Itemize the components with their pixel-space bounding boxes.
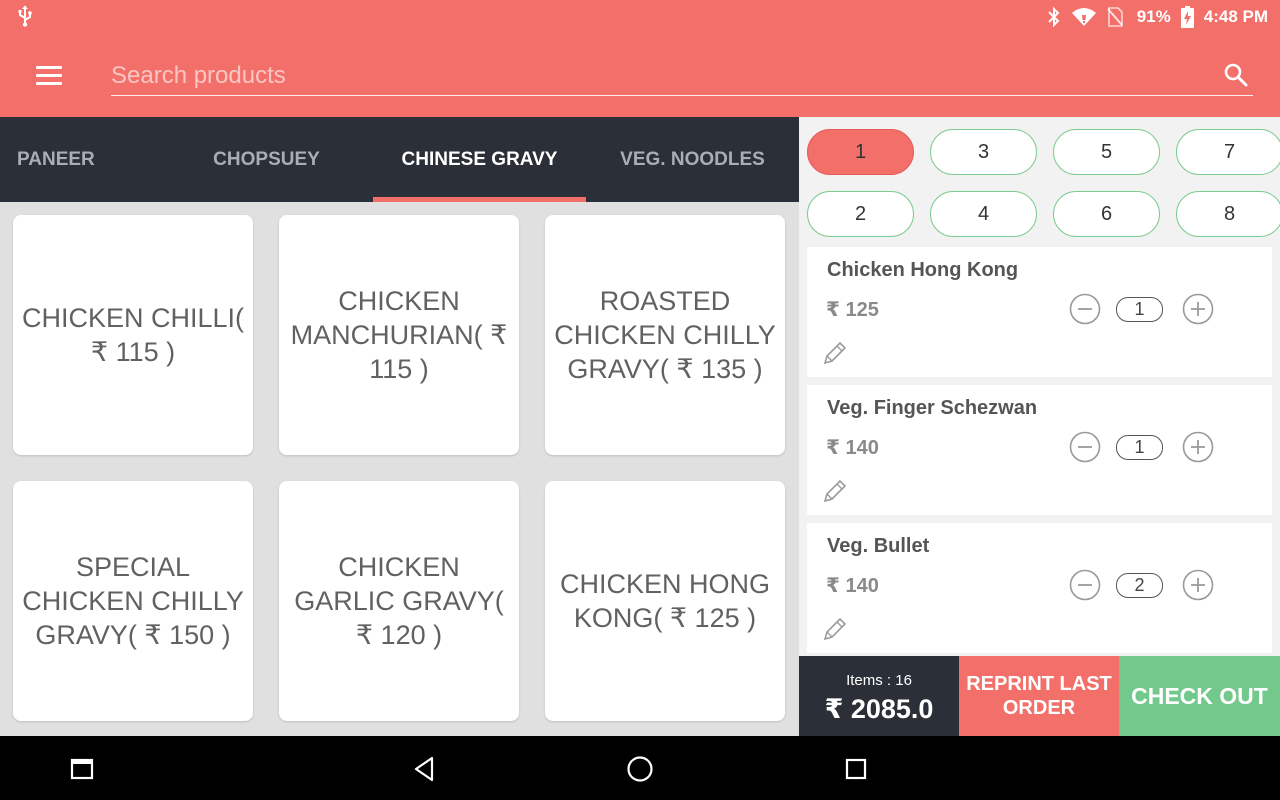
table-button-6[interactable]: 6 [1053, 191, 1160, 237]
product-label: CHICKEN CHILLI( ₹ 115 ) [21, 303, 245, 367]
increase-qty-icon[interactable] [1182, 293, 1214, 325]
increase-qty-icon[interactable] [1182, 569, 1214, 601]
table-button-2[interactable]: 2 [807, 191, 914, 237]
cart-item-price: ₹ 125 [826, 299, 879, 321]
cart-item: Veg. Bullet ₹ 140 2 [807, 523, 1272, 653]
search-input[interactable] [111, 58, 1211, 94]
product-label: ROASTED CHICKEN CHILLY GRAVY( ₹ 135 ) [554, 286, 776, 384]
cart-item: Veg. Finger Schezwan ₹ 140 1 [807, 385, 1272, 515]
items-count: Items : 16 [846, 672, 912, 689]
cart-item-name: Chicken Hong Kong [827, 259, 1019, 281]
table-button-4[interactable]: 4 [930, 191, 1037, 237]
table-button-7[interactable]: 7 [1176, 129, 1280, 175]
tab-chopsuey[interactable]: CHOPSUEY [160, 117, 373, 202]
quantity-field[interactable]: 1 [1116, 435, 1163, 460]
table-button-5[interactable]: 5 [1053, 129, 1160, 175]
no-sim-icon [1107, 7, 1123, 27]
cart-item: Chicken Hong Kong ₹ 125 1 [807, 247, 1272, 377]
app-bar: 91% 4:48 PM [0, 0, 1280, 117]
product-card[interactable]: CHICKEN CHILLI( ₹ 115 ) [13, 215, 253, 455]
product-card[interactable]: ROASTED CHICKEN CHILLY GRAVY( ₹ 135 ) [545, 215, 785, 455]
status-time: 4:48 PM [1203, 7, 1268, 26]
recents-icon[interactable] [841, 754, 871, 784]
reprint-last-order-button[interactable]: REPRINT LAST ORDER [959, 656, 1119, 736]
bluetooth-icon [1048, 6, 1060, 28]
hamburger-menu-icon[interactable] [36, 66, 62, 86]
tab-veg-noodles[interactable]: VEG. NOODLES [586, 117, 799, 202]
category-tabs: PANEER CHOPSUEY CHINESE GRAVY VEG. NOODL… [0, 117, 799, 202]
edit-pencil-icon[interactable] [821, 477, 849, 505]
cart-item-name: Veg. Bullet [827, 535, 930, 557]
edit-pencil-icon[interactable] [821, 615, 849, 643]
search-icon[interactable] [1223, 62, 1249, 88]
window-icon[interactable] [67, 754, 97, 784]
table-button-3[interactable]: 3 [930, 129, 1037, 175]
product-label: CHICKEN GARLIC GRAVY( ₹ 120 ) [294, 552, 504, 650]
order-panel: 1 3 5 7 2 4 6 8 Chicken Hong Kong ₹ 125 … [799, 117, 1280, 656]
tab-chinese-gravy[interactable]: CHINESE GRAVY [373, 117, 586, 202]
home-icon[interactable] [625, 754, 655, 784]
order-summary: Items : 16 ₹ 2085.0 [799, 656, 959, 736]
status-bar: 91% 4:48 PM [0, 0, 1280, 33]
edit-pencil-icon[interactable] [821, 339, 849, 367]
tab-paneer[interactable]: PANEER [0, 117, 160, 202]
search-bar [111, 56, 1253, 96]
checkout-button[interactable]: CHECK OUT [1119, 656, 1280, 736]
wifi-icon [1071, 8, 1096, 26]
product-card[interactable]: SPECIAL CHICKEN CHILLY GRAVY( ₹ 150 ) [13, 481, 253, 721]
battery-charging-icon [1180, 6, 1194, 28]
decrease-qty-icon[interactable] [1069, 431, 1101, 463]
usb-icon [18, 5, 32, 27]
decrease-qty-icon[interactable] [1069, 569, 1101, 601]
table-button-1[interactable]: 1 [807, 129, 914, 175]
system-nav-bar [0, 736, 1280, 800]
cart-item-price: ₹ 140 [826, 437, 879, 459]
product-grid: CHICKEN CHILLI( ₹ 115 ) CHICKEN MANCHURI… [0, 202, 799, 736]
order-total: ₹ 2085.0 [824, 694, 934, 724]
product-label: CHICKEN HONG KONG( ₹ 125 ) [559, 569, 770, 633]
cart-item-name: Veg. Finger Schezwan [827, 397, 1038, 419]
quantity-field[interactable]: 2 [1116, 573, 1163, 598]
decrease-qty-icon[interactable] [1069, 293, 1101, 325]
increase-qty-icon[interactable] [1182, 431, 1214, 463]
product-label: SPECIAL CHICKEN CHILLY GRAVY( ₹ 150 ) [22, 552, 244, 650]
cart-item-price: ₹ 140 [826, 575, 879, 597]
product-card[interactable]: CHICKEN HONG KONG( ₹ 125 ) [545, 481, 785, 721]
product-label: CHICKEN MANCHURIAN( ₹ 115 ) [290, 286, 508, 384]
quantity-field[interactable]: 1 [1116, 297, 1163, 322]
table-button-8[interactable]: 8 [1176, 191, 1280, 237]
back-icon[interactable] [410, 754, 440, 784]
product-card[interactable]: CHICKEN GARLIC GRAVY( ₹ 120 ) [279, 481, 519, 721]
battery-percent: 91% [1136, 7, 1171, 26]
product-card[interactable]: CHICKEN MANCHURIAN( ₹ 115 ) [279, 215, 519, 455]
